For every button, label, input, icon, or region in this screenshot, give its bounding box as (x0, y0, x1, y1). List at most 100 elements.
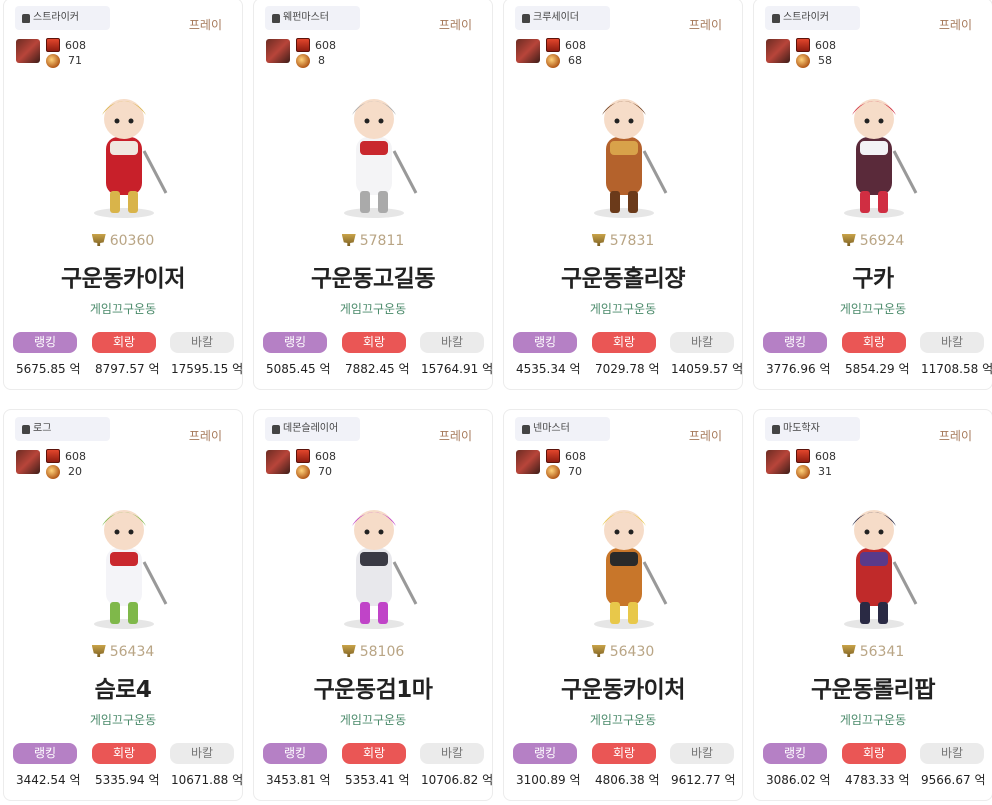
trophy-icon (591, 234, 606, 246)
fame-value: 608 (565, 450, 586, 463)
ranking-button[interactable]: 랭킹 (13, 743, 77, 764)
score: 57811 (254, 233, 492, 249)
guild-name[interactable]: 게임끄구운동 (504, 711, 742, 728)
ranking-value: 3442.54 억 (16, 773, 81, 787)
score: 56434 (4, 644, 242, 660)
corridor-button[interactable]: 회랑 (592, 743, 656, 764)
stats-block: 608 68 (516, 33, 586, 73)
play-link[interactable]: 프레이 (689, 427, 722, 444)
fame-icon (796, 449, 810, 463)
corridor-value: 4806.38 억 (595, 773, 660, 787)
stats-block: 608 70 (516, 444, 586, 484)
character-card[interactable]: 웨펀마스터 프레이 608 8 57811 구운동고길동 게임끄구운동 랭킹 회랑 바칼 5085.… (253, 0, 493, 390)
character-card[interactable]: 크루세이더 프레이 608 68 57831 구운동홀리쟝 게임끄구운동 랭킹 회랑 바칼 4535… (503, 0, 743, 390)
ranking-button[interactable]: 랭킹 (513, 332, 577, 353)
score: 60360 (4, 233, 242, 249)
corridor-button[interactable]: 회랑 (842, 743, 906, 764)
character-card[interactable]: 데몬슬레이어 프레이 608 70 58106 구운동검1마 게임끄구운동 랭킹 회랑 바칼 345… (253, 409, 493, 801)
fame-icon (546, 449, 560, 463)
corridor-value: 7882.45 억 (345, 362, 410, 376)
character-card[interactable]: 스트라이커 프레이 608 71 60360 구운동카이저 게임끄구운동 랭킹 회랑 바칼 5675… (3, 0, 243, 390)
guild-name[interactable]: 게임끄구운동 (754, 300, 992, 317)
play-link[interactable]: 프레이 (189, 427, 222, 444)
fame-icon (296, 38, 310, 52)
job-badge: 로그 (15, 417, 110, 441)
character-image (544, 492, 704, 632)
job-badge: 데몬슬레이어 (265, 417, 360, 441)
character-card[interactable]: 마도학자 프레이 608 31 56341 구운동롤리팝 게임끄구운동 랭킹 회랑 바칼 3086.… (753, 409, 992, 801)
score-value: 57831 (609, 233, 655, 249)
corridor-button[interactable]: 회랑 (342, 332, 406, 353)
avatar (16, 450, 40, 474)
corridor-value: 8797.57 억 (95, 362, 160, 376)
level-icon (796, 465, 810, 479)
character-name: 슴로4 (94, 677, 152, 703)
corridor-button[interactable]: 회랑 (92, 743, 156, 764)
job-badge: 웨펀마스터 (265, 6, 360, 30)
character-name: 구카 (852, 266, 894, 292)
ranking-value: 5675.85 억 (16, 362, 81, 376)
character-card[interactable]: 넨마스터 프레이 608 70 56430 구운동카이처 게임끄구운동 랭킹 회랑 바칼 3100.… (503, 409, 743, 801)
corridor-button[interactable]: 회랑 (842, 332, 906, 353)
guild-name[interactable]: 게임끄구운동 (4, 711, 242, 728)
fame-value: 608 (815, 39, 836, 52)
play-link[interactable]: 프레이 (439, 427, 472, 444)
bakal-button[interactable]: 바칼 (170, 332, 234, 353)
character-card[interactable]: 로그 프레이 608 20 56434 슴로4 게임끄구운동 랭킹 회랑 바칼 3442.54 억5… (3, 409, 243, 801)
bakal-button[interactable]: 바칼 (420, 743, 484, 764)
guild-name[interactable]: 게임끄구운동 (254, 711, 492, 728)
ranking-value: 3086.02 억 (766, 773, 831, 787)
guild-name[interactable]: 게임끄구운동 (254, 300, 492, 317)
character-image (294, 492, 454, 632)
play-link[interactable]: 프레이 (439, 16, 472, 33)
bakal-button[interactable]: 바칼 (670, 332, 734, 353)
helmet-icon (772, 425, 780, 434)
trophy-icon (91, 645, 106, 657)
corridor-button[interactable]: 회랑 (592, 332, 656, 353)
stats-block: 608 70 (266, 444, 336, 484)
bakal-button[interactable]: 바칼 (670, 743, 734, 764)
ranking-button[interactable]: 랭킹 (13, 332, 77, 353)
corridor-button[interactable]: 회랑 (342, 743, 406, 764)
ranking-button[interactable]: 랭킹 (263, 332, 327, 353)
character-name: 구운동카이저 (61, 266, 185, 292)
guild-name[interactable]: 게임끄구운동 (504, 300, 742, 317)
character-image (294, 81, 454, 221)
corridor-button[interactable]: 회랑 (92, 332, 156, 353)
bakal-button[interactable]: 바칼 (170, 743, 234, 764)
job-badge: 넨마스터 (515, 417, 610, 441)
bakal-button[interactable]: 바칼 (920, 743, 984, 764)
job-label: 로그 (33, 423, 52, 434)
corridor-value: 7029.78 억 (595, 362, 660, 376)
ranking-button[interactable]: 랭킹 (513, 743, 577, 764)
avatar (516, 450, 540, 474)
ranking-button[interactable]: 랭킹 (263, 743, 327, 764)
trophy-icon (841, 234, 856, 246)
bakal-value: 9612.77 억 (671, 773, 736, 787)
play-link[interactable]: 프레이 (189, 16, 222, 33)
avatar (766, 39, 790, 63)
character-card[interactable]: 스트라이커 프레이 608 58 56924 구카 게임끄구운동 랭킹 회랑 바칼 3776.96 … (753, 0, 992, 390)
job-label: 마도학자 (783, 423, 820, 434)
play-link[interactable]: 프레이 (689, 16, 722, 33)
helmet-icon (272, 425, 280, 434)
level-icon (296, 54, 310, 68)
guild-name[interactable]: 게임끄구운동 (754, 711, 992, 728)
play-link[interactable]: 프레이 (939, 16, 972, 33)
stats-block: 608 58 (766, 33, 836, 73)
ranking-button[interactable]: 랭킹 (763, 743, 827, 764)
guild-name[interactable]: 게임끄구운동 (4, 300, 242, 317)
ranking-button[interactable]: 랭킹 (763, 332, 827, 353)
bakal-value: 14059.57 억 (671, 362, 744, 376)
level-value: 20 (68, 465, 82, 478)
character-name: 구운동고길동 (311, 266, 435, 292)
fame-icon (46, 449, 60, 463)
bakal-button[interactable]: 바칼 (920, 332, 984, 353)
fame-value: 608 (815, 450, 836, 463)
level-icon (296, 465, 310, 479)
character-image (794, 81, 954, 221)
bakal-button[interactable]: 바칼 (420, 332, 484, 353)
helmet-icon (22, 14, 30, 23)
play-link[interactable]: 프레이 (939, 427, 972, 444)
ranking-value: 3100.89 억 (516, 773, 581, 787)
